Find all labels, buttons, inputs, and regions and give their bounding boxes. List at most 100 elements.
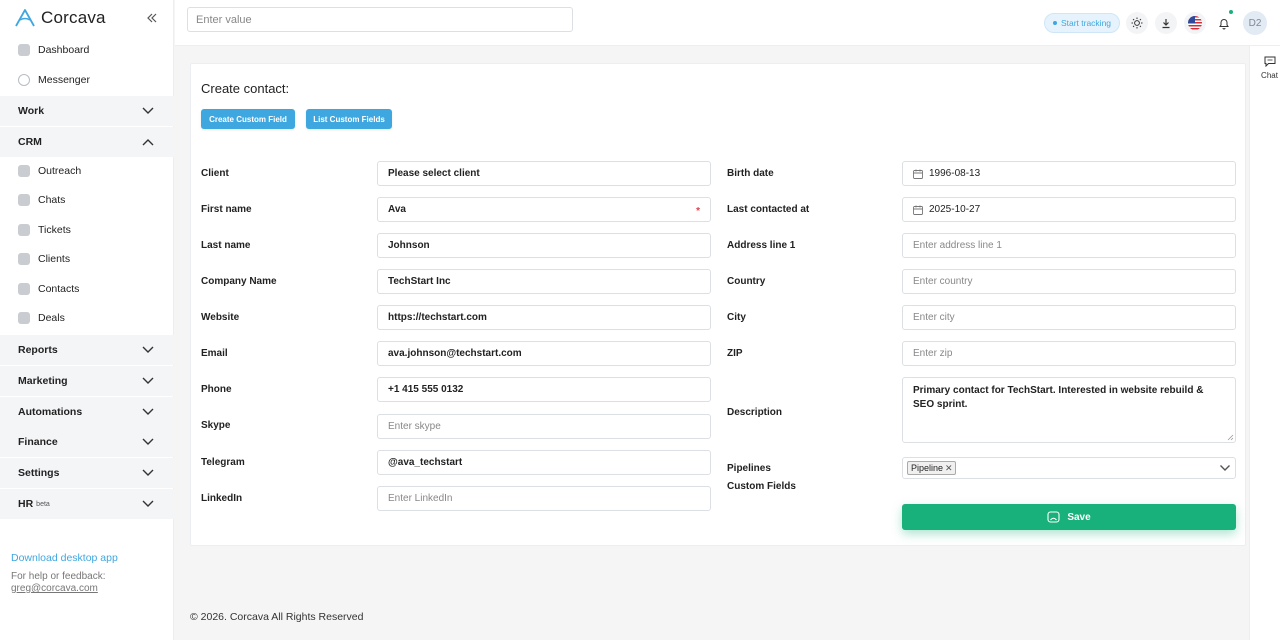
sidebar-footer: Download desktop app For help or feedbac… [11, 552, 118, 594]
first-name-field[interactable]: Ava * [377, 197, 711, 222]
country-placeholder: Enter country [913, 276, 973, 287]
chevron-down-icon [142, 408, 154, 415]
avatar[interactable]: D2 [1243, 11, 1267, 35]
phone-field[interactable]: +1 415 555 0132 [377, 377, 711, 402]
chevron-down-icon [1220, 465, 1230, 471]
email-field[interactable]: ava.johnson@techstart.com [377, 341, 711, 366]
sidebar: Corcava Dashboard Messenger Work CRM Out… [0, 0, 174, 640]
chat-panel: Chat [1249, 46, 1280, 640]
birth-date-field[interactable]: 1996-08-13 [902, 161, 1236, 186]
search-input[interactable] [187, 7, 573, 32]
country-field[interactable]: Enter country [902, 269, 1236, 294]
company-name-field[interactable]: TechStart Inc [377, 269, 711, 294]
last-contacted-field[interactable]: 2025-10-27 [902, 197, 1236, 222]
corcava-logo-icon [15, 9, 35, 27]
notifications-button[interactable] [1213, 12, 1235, 34]
collapse-sidebar-button[interactable] [146, 12, 158, 26]
calendar-icon [913, 205, 923, 215]
linkedin-placeholder: Enter LinkedIn [388, 493, 453, 504]
theme-toggle-button[interactable] [1126, 12, 1148, 34]
sidebar-group-reports[interactable]: Reports [0, 335, 174, 365]
company-name-label: Company Name [201, 276, 277, 287]
pipelines-select[interactable]: Pipeline ✕ [902, 457, 1236, 479]
website-field[interactable]: https://techstart.com [377, 305, 711, 330]
sidebar-group-work[interactable]: Work [0, 96, 174, 126]
chevron-down-icon [142, 107, 154, 114]
chevron-down-icon [142, 438, 154, 445]
linkedin-field[interactable]: Enter LinkedIn [377, 486, 711, 511]
list-custom-fields-button[interactable]: List Custom Fields [306, 109, 392, 129]
chevron-down-icon [142, 346, 154, 353]
start-tracking-button[interactable]: Start tracking [1044, 13, 1120, 33]
sidebar-item-messenger[interactable]: Messenger [0, 66, 174, 94]
footer-copyright: © 2026. Corcava All Rights Reserved [190, 611, 364, 623]
first-name-value: Ava [388, 204, 406, 215]
language-button[interactable] [1184, 12, 1206, 34]
telegram-field[interactable]: @ava_techstart [377, 450, 711, 475]
last-contacted-label: Last contacted at [727, 204, 810, 215]
save-label: Save [1067, 511, 1091, 523]
phone-value: +1 415 555 0132 [388, 384, 464, 395]
sidebar-item-chats[interactable]: Chats [0, 186, 174, 214]
company-name-value: TechStart Inc [388, 276, 451, 287]
first-name-label: First name [201, 204, 252, 215]
sidebar-item-outreach[interactable]: Outreach [0, 157, 174, 185]
sidebar-item-dashboard[interactable]: Dashboard [0, 36, 174, 64]
sidebar-group-settings[interactable]: Settings [0, 458, 174, 488]
pipeline-tag: Pipeline ✕ [907, 461, 956, 475]
country-label: Country [727, 276, 766, 287]
chevron-down-icon [142, 377, 154, 384]
last-name-field[interactable]: Johnson [377, 233, 711, 258]
sidebar-group-finance[interactable]: Finance [0, 427, 174, 457]
create-custom-field-button[interactable]: Create Custom Field [201, 109, 295, 129]
start-tracking-label: Start tracking [1060, 18, 1112, 28]
telegram-value: @ava_techstart [388, 457, 463, 468]
birth-date-value: 1996-08-13 [929, 168, 981, 179]
messenger-icon [18, 74, 30, 86]
tickets-icon [18, 224, 30, 236]
outreach-icon [18, 165, 30, 177]
city-field[interactable]: Enter city [902, 305, 1236, 330]
linkedin-label: LinkedIn [201, 493, 243, 504]
double-chevron-left-icon [147, 13, 157, 23]
city-label: City [727, 312, 746, 323]
logo[interactable]: Corcava [14, 8, 106, 28]
tracking-dot-icon [1052, 21, 1057, 25]
help-email-link[interactable]: greg@corcava.com [11, 583, 118, 594]
skype-label: Skype [201, 420, 231, 431]
download-button[interactable] [1155, 12, 1177, 34]
zip-placeholder: Enter zip [913, 348, 953, 359]
description-textarea[interactable]: Primary contact for TechStart. Intereste… [902, 377, 1236, 443]
sidebar-group-automations[interactable]: Automations [0, 397, 174, 427]
beta-badge: beta [36, 500, 50, 508]
website-label: Website [201, 312, 240, 323]
skype-field[interactable]: Enter skype [377, 414, 711, 439]
telegram-label: Telegram [201, 457, 245, 468]
topbar: Start tracking D [175, 0, 1280, 46]
sidebar-item-clients[interactable]: Clients [0, 245, 174, 273]
client-select[interactable]: Please select client [377, 161, 711, 186]
sidebar-item-contacts[interactable]: Contacts [0, 275, 174, 303]
chevron-down-icon [142, 500, 154, 507]
download-desktop-app-link[interactable]: Download desktop app [11, 552, 118, 564]
sidebar-item-deals[interactable]: Deals [0, 304, 174, 332]
hr-label: HR [18, 498, 34, 510]
sidebar-group-crm[interactable]: CRM [0, 127, 174, 157]
calendar-icon [913, 169, 923, 179]
sidebar-group-marketing[interactable]: Marketing [0, 366, 174, 396]
sidebar-item-tickets[interactable]: Tickets [0, 216, 174, 244]
resize-handle-icon[interactable] [1227, 434, 1234, 441]
sidebar-group-hr[interactable]: HR beta [0, 489, 174, 519]
save-button[interactable]: Save [902, 504, 1236, 530]
chats-icon [18, 194, 30, 206]
chevron-down-icon [142, 469, 154, 476]
notification-dot [1229, 10, 1233, 14]
chat-button[interactable]: Chat [1258, 56, 1280, 80]
zip-field[interactable]: Enter zip [902, 341, 1236, 366]
brand-name: Corcava [41, 8, 106, 27]
remove-tag-icon[interactable]: ✕ [945, 463, 953, 474]
address-field[interactable]: Enter address line 1 [902, 233, 1236, 258]
client-label: Client [201, 168, 229, 179]
birth-date-label: Birth date [727, 168, 774, 179]
chat-icon [1264, 56, 1276, 68]
